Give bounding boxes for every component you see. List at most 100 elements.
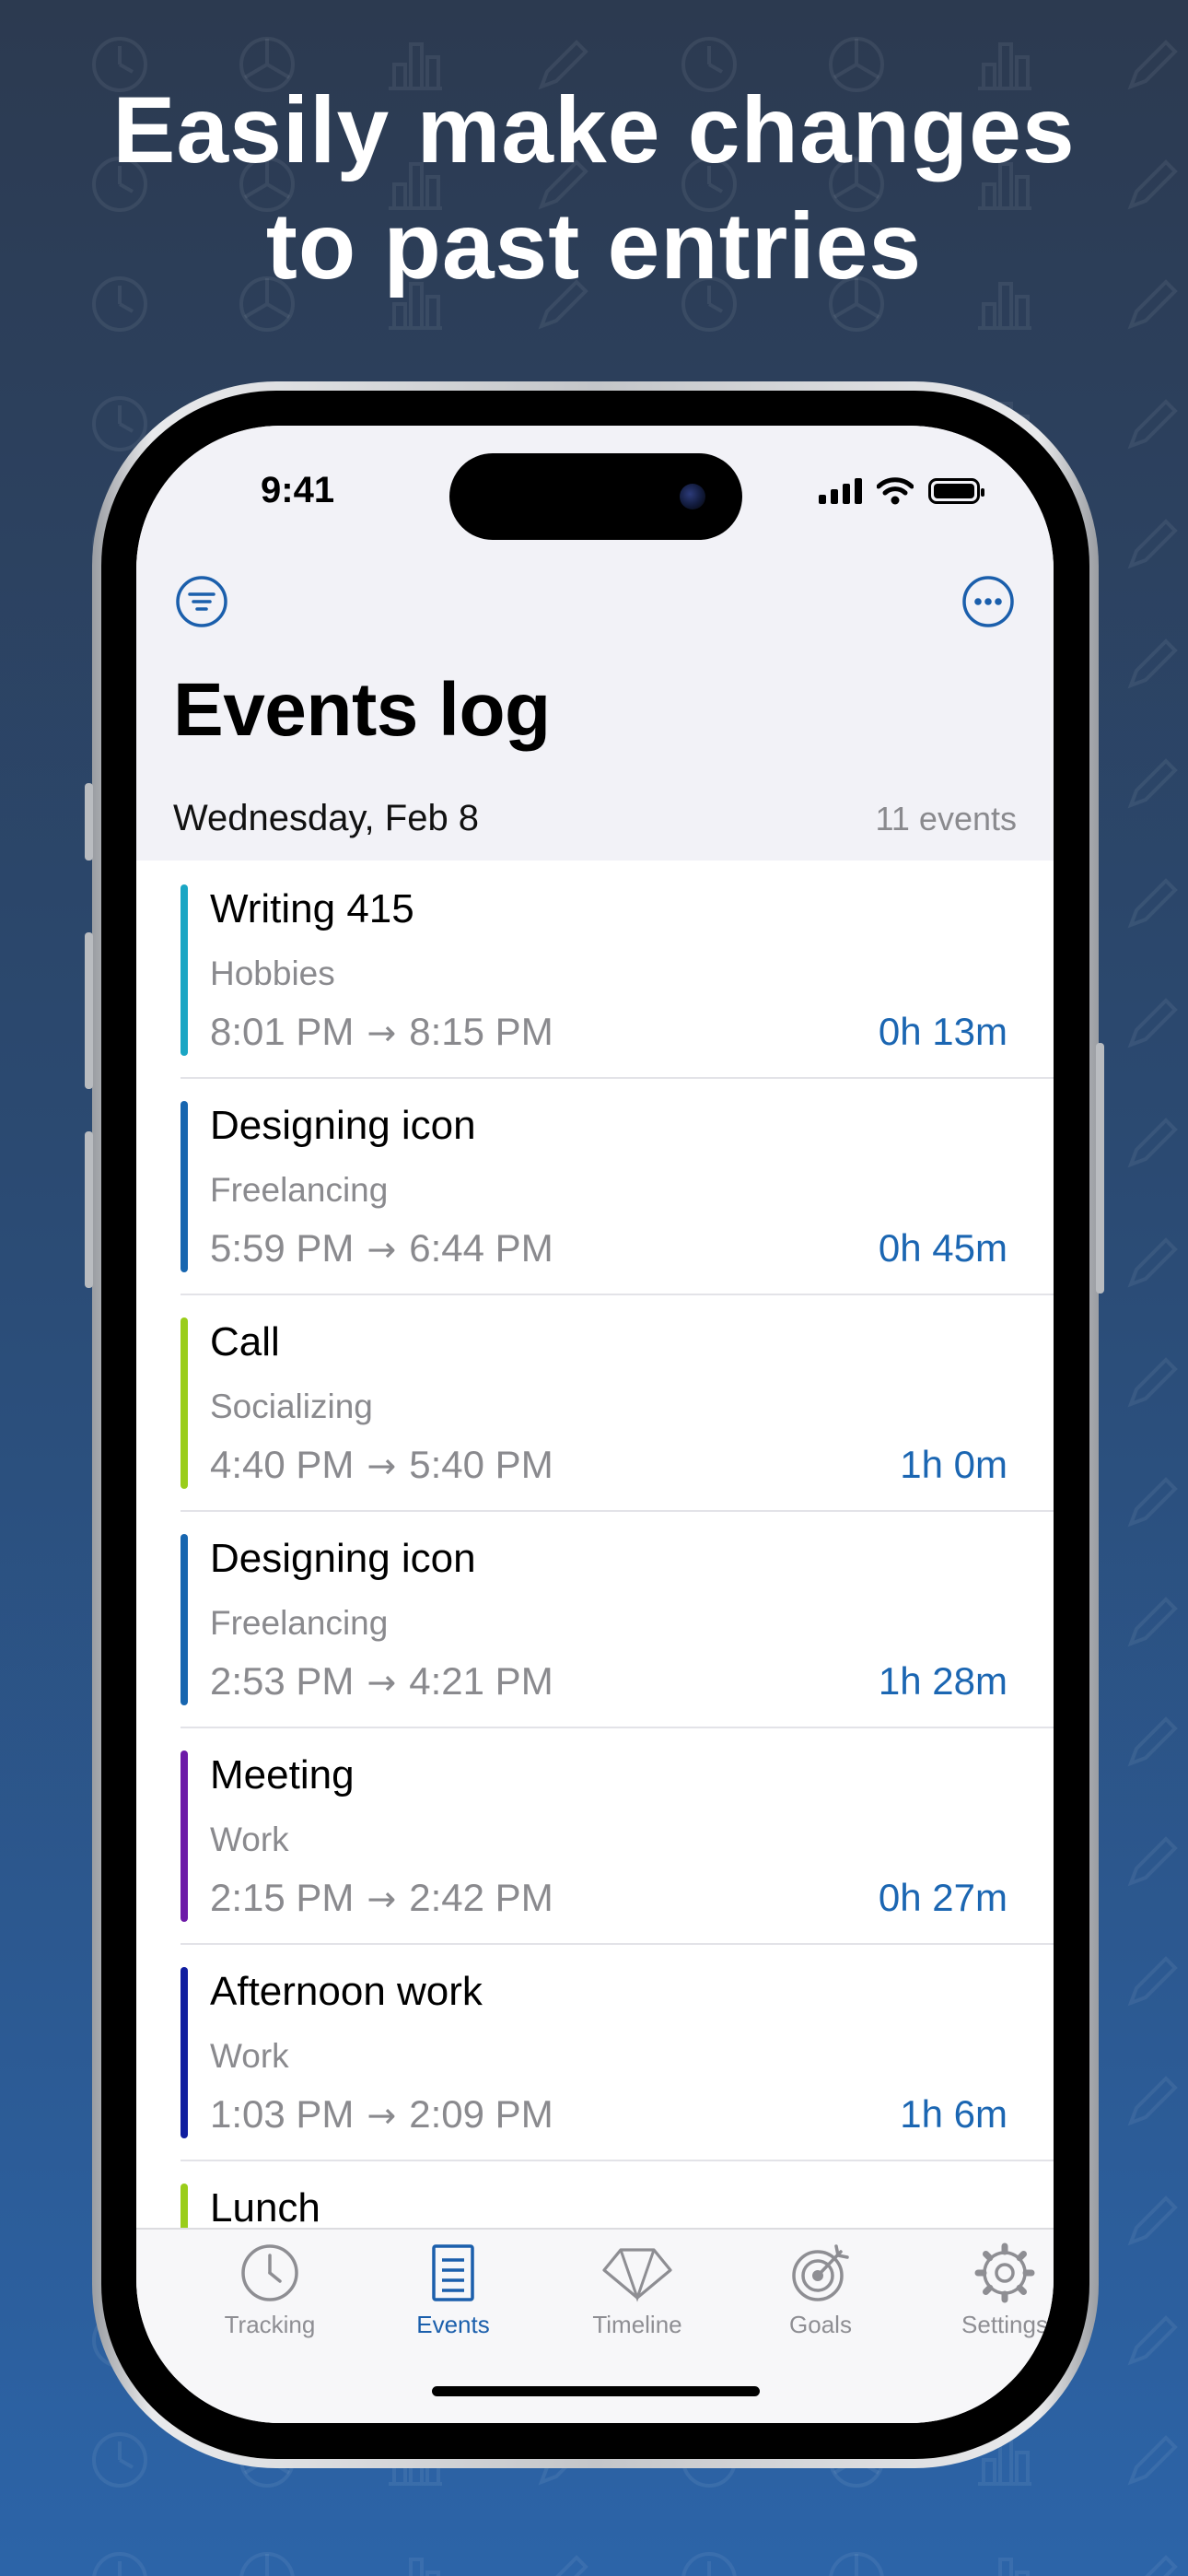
pattern-pencil-icon xyxy=(1127,2195,1178,2246)
event-duration: 1h 0m xyxy=(900,1443,1007,1486)
tab-label: Settings xyxy=(961,2311,1048,2338)
pattern-bars-icon xyxy=(998,2558,1030,2576)
tab-events[interactable]: Events xyxy=(370,2242,536,2353)
event-start: 2:15 PM xyxy=(210,1876,355,1919)
pattern-bars-icon xyxy=(409,2558,440,2576)
category-color-bar xyxy=(181,1534,188,1705)
event-time-range: 5:59 PM → 6:44 PM xyxy=(210,1226,553,1270)
event-title: Call xyxy=(210,1319,280,1364)
event-start: 2:53 PM xyxy=(210,1659,355,1703)
event-title: Designing icon xyxy=(210,1103,476,1148)
battery-icon xyxy=(928,478,984,504)
pattern-pencil-icon xyxy=(1145,2555,1178,2576)
pattern-pencil-icon xyxy=(1127,1118,1178,1168)
pattern-pie-icon xyxy=(829,2552,884,2576)
events-list: Writing 415 Hobbies 8:01 PM → 8:15 PM 0h 1… xyxy=(136,862,1054,2378)
page-title: Events log xyxy=(173,668,551,752)
arrow-right-icon: → xyxy=(367,1013,397,1053)
more-icon xyxy=(962,576,1014,627)
pattern-pencil-icon xyxy=(1127,758,1178,809)
event-row[interactable]: Writing 415 Hobbies 8:01 PM → 8:15 PM 0h 1… xyxy=(136,862,1054,1079)
target-icon xyxy=(792,2244,849,2301)
category-color-bar xyxy=(181,1101,188,1272)
filter-icon xyxy=(176,576,227,627)
section-event-count: 11 events xyxy=(875,800,1017,837)
tab-label: Tracking xyxy=(224,2311,316,2338)
home-indicator[interactable] xyxy=(432,2386,760,2396)
pattern-clock-icon xyxy=(92,2432,147,2488)
wifi-icon xyxy=(877,477,914,505)
event-title: Writing 415 xyxy=(210,886,414,931)
pattern-pencil-icon xyxy=(1127,1956,1178,2007)
list-icon xyxy=(432,2244,474,2301)
arrow-right-icon: → xyxy=(367,2095,397,2136)
headline-line-1: Easily make changes xyxy=(112,77,1076,182)
event-time-range: 2:53 PM → 4:21 PM xyxy=(210,1659,553,1704)
pattern-pencil-icon xyxy=(1127,1597,1178,1647)
tab-label: Goals xyxy=(789,2311,852,2338)
event-duration: 1h 6m xyxy=(900,2092,1007,2136)
tab-label: Events xyxy=(416,2311,490,2338)
event-start: 1:03 PM xyxy=(210,2092,355,2136)
filter-button[interactable] xyxy=(175,575,228,628)
pattern-clock-icon xyxy=(92,2552,147,2576)
event-start: 5:59 PM xyxy=(210,1226,355,1270)
pattern-pencil-icon xyxy=(1127,2315,1178,2366)
tab-settings[interactable]: Settings xyxy=(922,2242,1054,2353)
tab-tracking[interactable]: Tracking xyxy=(187,2242,353,2353)
status-icons xyxy=(819,477,984,505)
event-end: 4:21 PM xyxy=(409,1659,553,1703)
clock-icon xyxy=(241,2244,298,2301)
timeline-icon xyxy=(602,2248,672,2302)
pattern-pencil-icon xyxy=(555,2555,588,2576)
pattern-pencil-icon xyxy=(1127,399,1178,450)
event-end: 6:44 PM xyxy=(409,1226,553,1270)
pattern-pencil-icon xyxy=(1127,1836,1178,1887)
event-row[interactable]: Call Socializing 4:40 PM → 5:40 PM 1h 0m xyxy=(136,1295,1054,1512)
tab-goals[interactable]: Goals xyxy=(738,2242,903,2353)
event-end: 8:15 PM xyxy=(409,1010,553,1053)
event-time-range: 8:01 PM → 8:15 PM xyxy=(210,1010,553,1054)
more-button[interactable] xyxy=(961,575,1015,628)
category-color-bar xyxy=(181,884,188,1056)
event-duration: 0h 27m xyxy=(878,1876,1007,1919)
pattern-pencil-icon xyxy=(1127,1716,1178,1767)
pattern-pencil-icon xyxy=(1127,519,1178,569)
event-end: 5:40 PM xyxy=(409,1443,553,1486)
pattern-pencil-icon xyxy=(1127,1237,1178,1288)
volume-up-button xyxy=(85,932,93,1089)
volume-down-button xyxy=(85,1131,93,1288)
tab-label: Timeline xyxy=(592,2311,682,2338)
pattern-pencil-icon xyxy=(1127,998,1178,1048)
event-row[interactable]: Afternoon work Work 1:03 PM → 2:09 PM 1h 6… xyxy=(136,1945,1054,2161)
event-time-range: 1:03 PM → 2:09 PM xyxy=(210,2092,553,2137)
headline: Easily make changes to past entries xyxy=(0,72,1188,304)
arrow-right-icon: → xyxy=(367,1446,397,1486)
event-row[interactable]: Designing icon Freelancing 2:53 PM → 4:21 … xyxy=(136,1512,1054,1728)
pattern-pencil-icon xyxy=(1127,1477,1178,1528)
pattern-pie-icon xyxy=(239,2552,295,2576)
gear-icon xyxy=(974,2242,1035,2303)
event-start: 8:01 PM xyxy=(210,1010,355,1053)
event-title: Meeting xyxy=(210,1752,355,1797)
tab-timeline[interactable]: Timeline xyxy=(554,2242,720,2353)
event-duration: 1h 28m xyxy=(878,1659,1007,1703)
phone-screen: 9:41 Events log Wednesday, Feb 8 11 even… xyxy=(136,426,1054,2423)
event-category: Work xyxy=(210,2037,289,2075)
pattern-pencil-icon xyxy=(1127,1357,1178,1408)
event-row[interactable]: Designing icon Freelancing 5:59 PM → 6:44 … xyxy=(136,1079,1054,1295)
status-time: 9:41 xyxy=(261,470,335,510)
power-button xyxy=(1096,1043,1104,1294)
event-category: Freelancing xyxy=(210,1604,389,1642)
pattern-pencil-icon xyxy=(1127,2076,1178,2126)
event-row[interactable]: Meeting Work 2:15 PM → 2:42 PM 0h 27m xyxy=(136,1728,1054,1945)
event-time-range: 4:40 PM → 5:40 PM xyxy=(210,1443,553,1487)
pattern-pencil-icon xyxy=(1127,878,1178,929)
event-duration: 0h 45m xyxy=(878,1226,1007,1270)
event-end: 2:09 PM xyxy=(409,2092,553,2136)
event-category: Work xyxy=(210,1821,289,1858)
event-title: Designing icon xyxy=(210,1536,476,1581)
pattern-pencil-icon xyxy=(1127,2435,1178,2486)
event-title: Lunch xyxy=(210,2185,320,2231)
event-start: 4:40 PM xyxy=(210,1443,355,1486)
